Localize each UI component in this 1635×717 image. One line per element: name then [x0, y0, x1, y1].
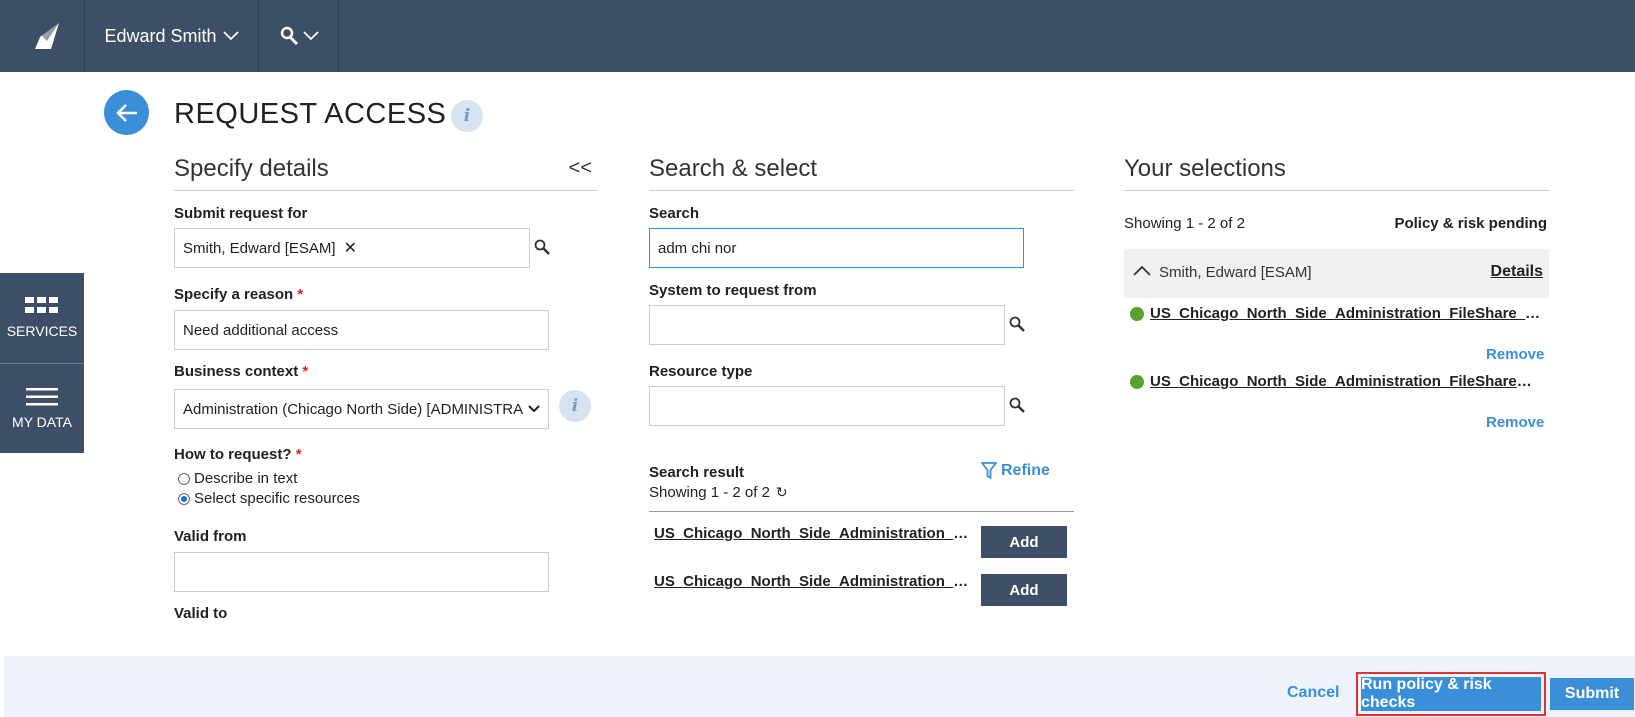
- search-column: Search & select: [649, 155, 1074, 191]
- refine-button[interactable]: Refine: [981, 462, 1050, 480]
- details-heading: Specify details: [174, 155, 329, 182]
- search-icon: [280, 26, 298, 46]
- chevron-down-icon: [528, 405, 540, 413]
- system-label: System to request from: [649, 282, 817, 299]
- top-bar: Edward Smith: [0, 0, 1635, 72]
- menu-lines-icon: [26, 387, 58, 405]
- refresh-icon[interactable]: ↻: [776, 484, 788, 501]
- selection-group-header[interactable]: Smith, Edward [ESAM] Details: [1124, 249, 1549, 298]
- arrow-left-icon: [115, 103, 137, 122]
- add-button[interactable]: Add: [981, 574, 1067, 606]
- system-input[interactable]: [649, 305, 1005, 345]
- valid-from-input[interactable]: [174, 552, 549, 592]
- group-name: Smith, Edward [ESAM]: [1159, 264, 1312, 281]
- reason-label: Specify a reason *: [174, 286, 304, 303]
- chevron-up-icon[interactable]: [1133, 265, 1151, 276]
- sidenav-item-my-data[interactable]: MY DATA: [0, 363, 84, 453]
- radio-select-resources[interactable]: Select specific resources: [178, 490, 360, 507]
- divider: [649, 511, 1074, 512]
- resource-type-label: Resource type: [649, 363, 753, 380]
- selections-count: Showing 1 - 2 of 2: [1124, 215, 1245, 232]
- sidenav-label: MY DATA: [12, 413, 72, 430]
- cancel-button[interactable]: Cancel: [1287, 684, 1339, 702]
- filter-icon: [981, 462, 997, 480]
- business-context-select[interactable]: Administration (Chicago North Side) [ADM…: [174, 389, 549, 429]
- info-icon[interactable]: i: [451, 100, 483, 132]
- details-link[interactable]: Details: [1491, 263, 1543, 281]
- submit-button[interactable]: Submit: [1550, 678, 1634, 710]
- status-dot: [1130, 375, 1144, 389]
- selections-column: Your selections: [1124, 155, 1549, 191]
- chevron-down-icon: [222, 31, 239, 41]
- sidenav-label: SERVICES: [6, 323, 78, 339]
- back-button[interactable]: [104, 90, 149, 135]
- submit-for-field[interactable]: Smith, Edward [ESAM] ✕: [174, 228, 530, 268]
- radio-button[interactable]: [178, 472, 190, 485]
- reason-value: Need additional access: [183, 321, 339, 339]
- info-icon[interactable]: i: [559, 390, 591, 422]
- valid-from-label: Valid from: [174, 528, 247, 545]
- search-icon[interactable]: [533, 238, 551, 256]
- status-dot: [1130, 307, 1144, 321]
- search-icon[interactable]: [1008, 315, 1026, 333]
- radio-button[interactable]: [178, 492, 190, 505]
- submit-for-value: Smith, Edward [ESAM]: [183, 239, 336, 257]
- search-result-link[interactable]: US_Chicago_North_Side_Administration_Fil…: [654, 573, 974, 590]
- resource-type-input[interactable]: [649, 386, 1005, 426]
- collapse-button[interactable]: <<: [569, 157, 592, 180]
- search-result-label: Search result: [649, 464, 745, 481]
- business-context-value: Administration (Chicago North Side) [ADM…: [183, 400, 524, 418]
- page-title: REQUEST ACCESS: [174, 98, 447, 130]
- logo-icon: [23, 23, 59, 49]
- search-menu[interactable]: [259, 0, 339, 72]
- sidenav-item-services[interactable]: SERVICES: [0, 273, 84, 363]
- remove-x-icon[interactable]: ✕: [344, 238, 357, 258]
- run-checks-button[interactable]: Run policy & risk checks: [1361, 676, 1541, 711]
- user-menu[interactable]: Edward Smith: [85, 0, 259, 72]
- how-to-request-label: How to request? *: [174, 446, 302, 463]
- remove-link[interactable]: Remove: [1486, 414, 1544, 431]
- remove-link[interactable]: Remove: [1486, 346, 1544, 363]
- selection-link[interactable]: US_Chicago_North_Side_Administration_Fil…: [1150, 373, 1535, 390]
- logo[interactable]: [0, 0, 85, 72]
- details-column: Specify details <<: [174, 155, 598, 191]
- selection-link[interactable]: US_Chicago_North_Side_Administration_Fil…: [1150, 305, 1547, 322]
- search-value: adm chi nor: [658, 239, 737, 257]
- run-checks-highlight: Run policy & risk checks: [1356, 672, 1546, 716]
- user-name: Edward Smith: [104, 25, 217, 46]
- radio-describe-text[interactable]: Describe in text: [178, 470, 297, 487]
- submit-for-label: Submit request for: [174, 205, 308, 222]
- search-result-count: Showing 1 - 2 of 2 ↻: [649, 484, 788, 501]
- search-input[interactable]: adm chi nor: [649, 228, 1024, 268]
- grid-icon: [25, 297, 58, 313]
- search-label: Search: [649, 205, 700, 222]
- selections-heading: Your selections: [1124, 155, 1286, 182]
- chevron-down-icon: [302, 31, 319, 41]
- valid-to-label: Valid to: [174, 605, 228, 622]
- search-icon[interactable]: [1008, 396, 1026, 414]
- business-context-label: Business context *: [174, 363, 309, 380]
- status-text: Policy & risk pending: [1394, 215, 1547, 232]
- search-result-link[interactable]: US_Chicago_North_Side_Administration_Fil…: [654, 525, 974, 542]
- reason-input[interactable]: Need additional access: [174, 310, 549, 350]
- add-button[interactable]: Add: [981, 526, 1067, 558]
- side-nav: SERVICES MY DATA: [0, 273, 84, 453]
- search-heading: Search & select: [649, 155, 818, 182]
